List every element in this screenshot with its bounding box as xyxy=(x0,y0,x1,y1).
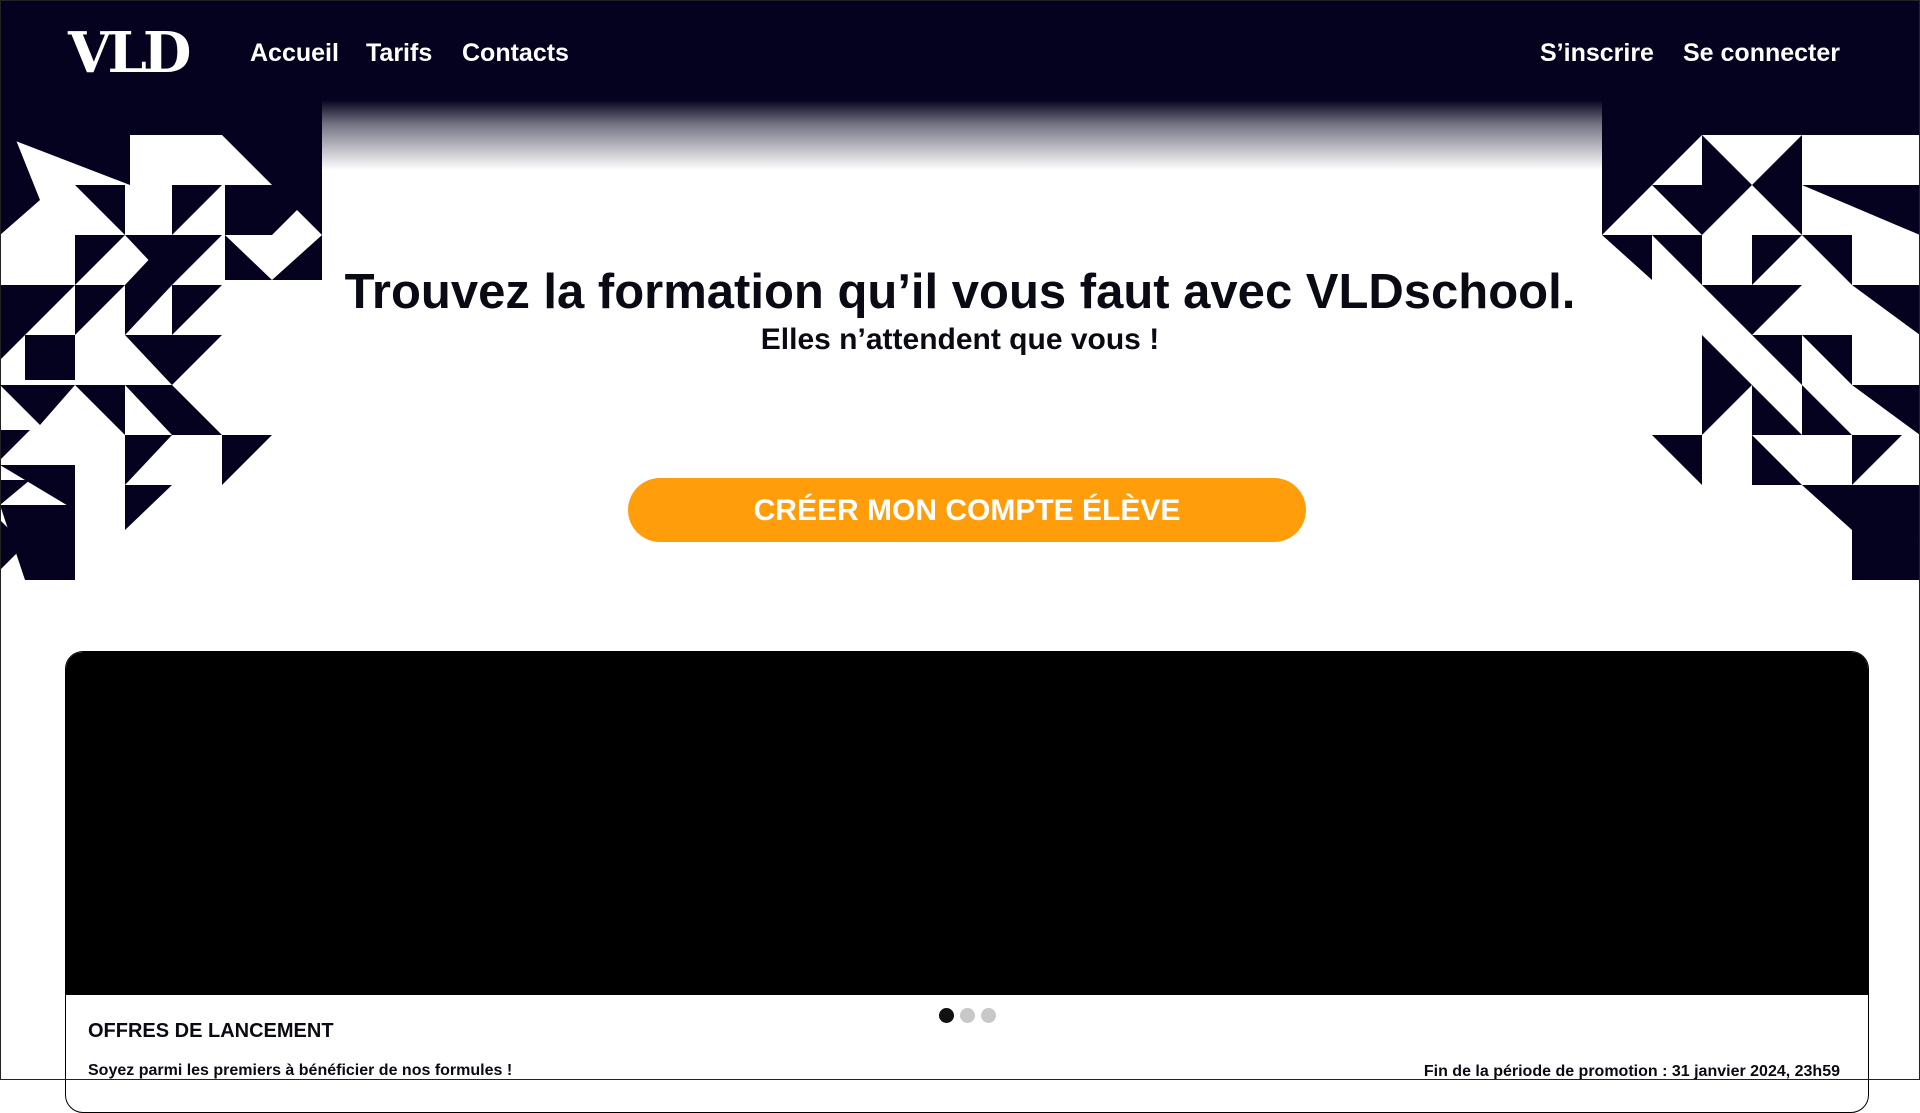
top-navbar: VLD Accueil Tarifs Contacts S’inscrire S… xyxy=(0,0,1920,100)
signup-link[interactable]: S’inscrire xyxy=(1540,38,1654,68)
hero-subtitle: Elles n’attendent que vous ! xyxy=(760,323,1160,356)
nav-link-contacts[interactable]: Contacts xyxy=(462,38,569,68)
carousel-dot-3[interactable] xyxy=(981,1008,996,1023)
offers-heading: OFFRES DE LANCEMENT xyxy=(88,1020,334,1042)
create-student-account-button[interactable]: CRÉER MON COMPTE ÉLÈVE xyxy=(628,478,1306,542)
media-player[interactable] xyxy=(66,652,1868,995)
vld-logo[interactable]: VLD xyxy=(68,25,191,81)
promo-end-date: Fin de la période de promotion : 31 janv… xyxy=(1423,1063,1840,1080)
offers-subheading: Soyez parmi les premiers à bénéficier de… xyxy=(88,1062,513,1079)
hero-title: Trouvez la formation qu’il vous faut ave… xyxy=(344,265,1576,319)
nav-link-accueil[interactable]: Accueil xyxy=(250,38,339,68)
header-gradient xyxy=(322,100,1602,170)
login-link[interactable]: Se connecter xyxy=(1683,38,1840,68)
nav-link-tarifs[interactable]: Tarifs xyxy=(366,38,432,68)
launch-offers-card: OFFRES DE LANCEMENT Soyez parmi les prem… xyxy=(65,651,1869,1113)
carousel-dot-1[interactable] xyxy=(939,1008,954,1023)
carousel-dot-2[interactable] xyxy=(960,1008,975,1023)
